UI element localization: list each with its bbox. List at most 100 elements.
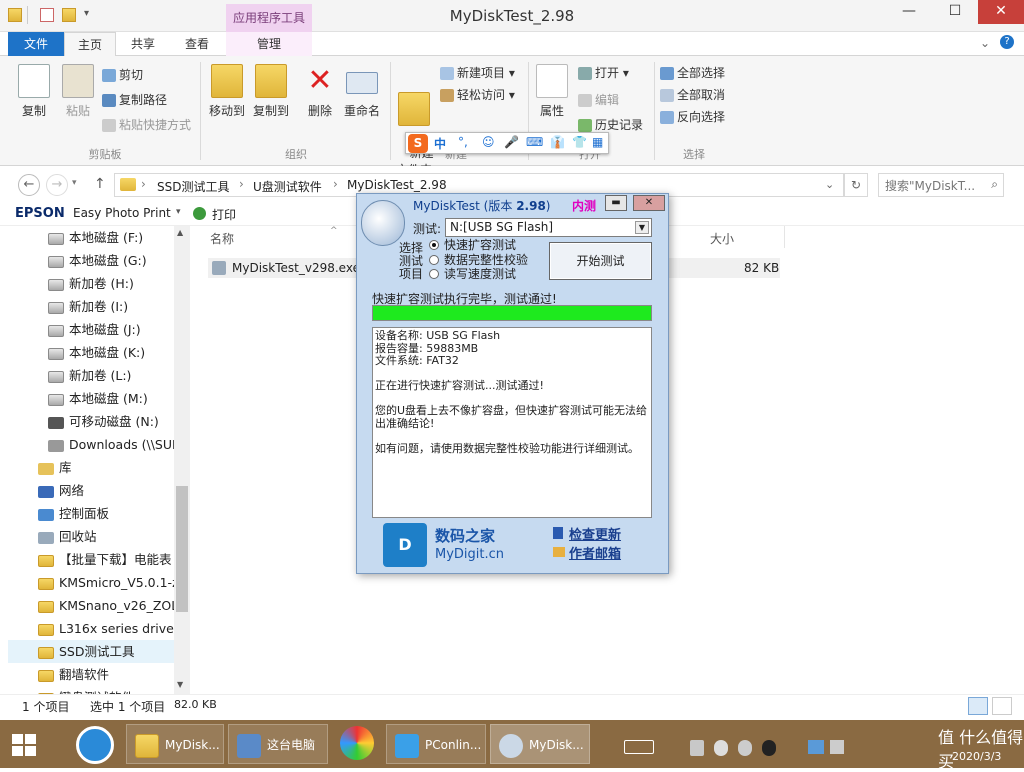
open-button[interactable]: 打开 ▾ [578, 64, 629, 82]
chevron-down-icon[interactable]: ▾ [176, 207, 181, 217]
large-icons-view-icon[interactable] [992, 697, 1012, 715]
drive-select[interactable]: N:[USB SG Flash] ▼ [445, 218, 652, 237]
nav-scroll-thumb[interactable] [176, 486, 188, 612]
close-button[interactable]: ✕ [978, 0, 1024, 24]
delete-button[interactable]: ✕ 删除 [300, 64, 340, 119]
skin-icon[interactable]: 👕 [572, 135, 587, 149]
network-icon[interactable] [808, 740, 824, 754]
breadcrumb-item[interactable]: SSD测试工具 [157, 178, 229, 195]
new-item-button[interactable]: 新建项目 ▾ [440, 64, 515, 82]
edit-button[interactable]: 编辑 [578, 91, 619, 109]
start-button[interactable] [12, 734, 36, 756]
nav-item[interactable]: 网络 [8, 479, 176, 502]
cut-button[interactable]: 剪切 [102, 66, 143, 84]
nav-item[interactable]: KMSmicro_V5.0.1-zo [8, 571, 176, 594]
nav-item[interactable]: 本地磁盘 (M:) [8, 387, 176, 410]
radio-data-integrity[interactable]: 数据完整性校验 [429, 253, 528, 268]
tab-home[interactable]: 主页 [64, 32, 116, 57]
epson-app-button[interactable]: Easy Photo Print [73, 206, 171, 220]
tray-icon[interactable] [690, 740, 704, 756]
taskbar-item[interactable]: MyDisk... [490, 724, 590, 764]
expand-ribbon-icon[interactable]: ⌄ [980, 36, 990, 50]
easy-access-button[interactable]: 轻松访问 ▾ [440, 86, 515, 104]
paste-shortcut-button[interactable]: 粘贴快捷方式 [102, 116, 191, 134]
breadcrumb-item[interactable]: U盘测试软件 [253, 178, 322, 195]
nav-item[interactable]: 可移动磁盘 (N:) [8, 410, 176, 433]
forward-button[interactable]: → [46, 174, 68, 196]
print-button[interactable]: 打印 [212, 206, 236, 223]
breadcrumb-item[interactable]: MyDiskTest_2.98 [347, 178, 447, 192]
brand-name[interactable]: 数码之家 [435, 525, 495, 546]
magnifier-icon[interactable]: ⌕ [991, 177, 998, 192]
nav-item[interactable]: 本地磁盘 (J:) [8, 318, 176, 341]
column-header-size[interactable]: 大小 [710, 230, 734, 247]
recent-locations-icon[interactable]: ▾ [72, 178, 77, 188]
sogou-logo-icon[interactable]: S [408, 134, 428, 153]
nav-item[interactable]: 控制面板 [8, 502, 176, 525]
copy-path-button[interactable]: 复制路径 [102, 91, 167, 109]
search-input[interactable]: 搜索"MyDiskT... ⌕ [878, 173, 1004, 197]
minimize-button[interactable]: — [886, 0, 932, 24]
nav-item[interactable]: KMSnano_v26_ZOL [8, 594, 176, 617]
toolbox-icon[interactable]: 👔 [550, 135, 565, 149]
move-to-button[interactable]: 移动到 [206, 64, 248, 119]
nav-item[interactable]: 翻墙软件 [8, 663, 176, 686]
chrome-browser-icon[interactable] [340, 726, 374, 760]
radio-rw-speed[interactable]: 读写速度测试 [429, 267, 516, 282]
select-all-button[interactable]: 全部选择 [660, 64, 725, 82]
keyboard-icon[interactable] [624, 740, 654, 754]
volume-icon[interactable] [830, 740, 844, 754]
dialog-minimize-button[interactable]: ▬ [605, 195, 627, 211]
nav-item[interactable]: Downloads (\\SUP [8, 433, 176, 456]
nav-item[interactable]: 本地磁盘 (K:) [8, 341, 176, 364]
taskbar-item[interactable]: MyDisk... [126, 724, 224, 764]
chevron-down-icon[interactable]: ▼ [635, 221, 649, 234]
copy-to-button[interactable]: 复制到 [250, 64, 292, 119]
grid-icon[interactable]: ▦ [592, 135, 603, 149]
keyboard-icon[interactable]: ⌨ [526, 135, 543, 149]
nav-item[interactable]: 键盘测试软件 [8, 686, 176, 694]
start-test-button[interactable]: 开始测试 [549, 242, 652, 280]
brand-url[interactable]: MyDigit.cn [435, 547, 504, 562]
maximize-button[interactable]: ☐ [932, 0, 978, 24]
nav-item[interactable]: 新加卷 (I:) [8, 295, 176, 318]
mydigit-logo-icon[interactable]: D [383, 523, 427, 567]
details-view-icon[interactable] [968, 697, 988, 715]
ie-browser-icon[interactable] [76, 726, 114, 764]
emoji-icon[interactable]: ☺ [482, 135, 495, 149]
result-log[interactable]: 设备名称: USB SG Flash 报告容量: 59883MB 文件系统: F… [372, 327, 652, 518]
taskbar-item[interactable]: 这台电脑 [228, 724, 328, 764]
taskbar-item[interactable]: PConlin... [386, 724, 486, 764]
scroll-down-icon[interactable]: ▼ [177, 680, 183, 689]
tray-icon[interactable] [714, 740, 728, 756]
tab-view[interactable]: 查看 [172, 32, 222, 56]
column-header-name[interactable]: 名称 [210, 230, 234, 247]
nav-item[interactable]: L316x series drive [8, 617, 176, 640]
microphone-icon[interactable]: 🎤 [504, 135, 519, 149]
tab-manage[interactable]: 管理 [226, 32, 312, 56]
back-button[interactable]: ← [18, 174, 40, 196]
dialog-close-button[interactable]: ✕ [633, 195, 665, 211]
nav-item[interactable]: 库 [8, 456, 176, 479]
nav-item[interactable]: 新加卷 (L:) [8, 364, 176, 387]
nav-item[interactable]: 本地磁盘 (F:) [8, 226, 176, 249]
nav-item[interactable]: 回收站 [8, 525, 176, 548]
invert-selection-button[interactable]: 反向选择 [660, 108, 725, 126]
properties-button[interactable]: 属性 [532, 64, 572, 119]
tab-share[interactable]: 共享 [118, 32, 168, 56]
check-update-link[interactable]: 检查更新 [569, 524, 621, 543]
nav-item[interactable]: 【批量下载】电能表 [8, 548, 176, 571]
paste-button[interactable]: 粘贴 [58, 64, 98, 119]
rename-button[interactable]: 重命名 [340, 64, 384, 119]
nav-item[interactable]: 本地磁盘 (G:) [8, 249, 176, 272]
up-button[interactable]: ↑ [94, 176, 106, 192]
help-icon[interactable]: ? [1000, 35, 1014, 49]
scroll-up-icon[interactable]: ▲ [177, 228, 183, 237]
tab-file[interactable]: 文件 [8, 32, 64, 56]
select-none-button[interactable]: 全部取消 [660, 86, 725, 104]
refresh-icon[interactable]: ↻ [844, 173, 868, 197]
radio-fast-capacity[interactable]: 快速扩容测试 [429, 238, 516, 253]
copy-button[interactable]: 复制 [14, 64, 54, 119]
author-mail-link[interactable]: 作者邮箱 [569, 543, 621, 562]
nav-scrollbar[interactable]: ▲ ▼ [174, 226, 190, 694]
